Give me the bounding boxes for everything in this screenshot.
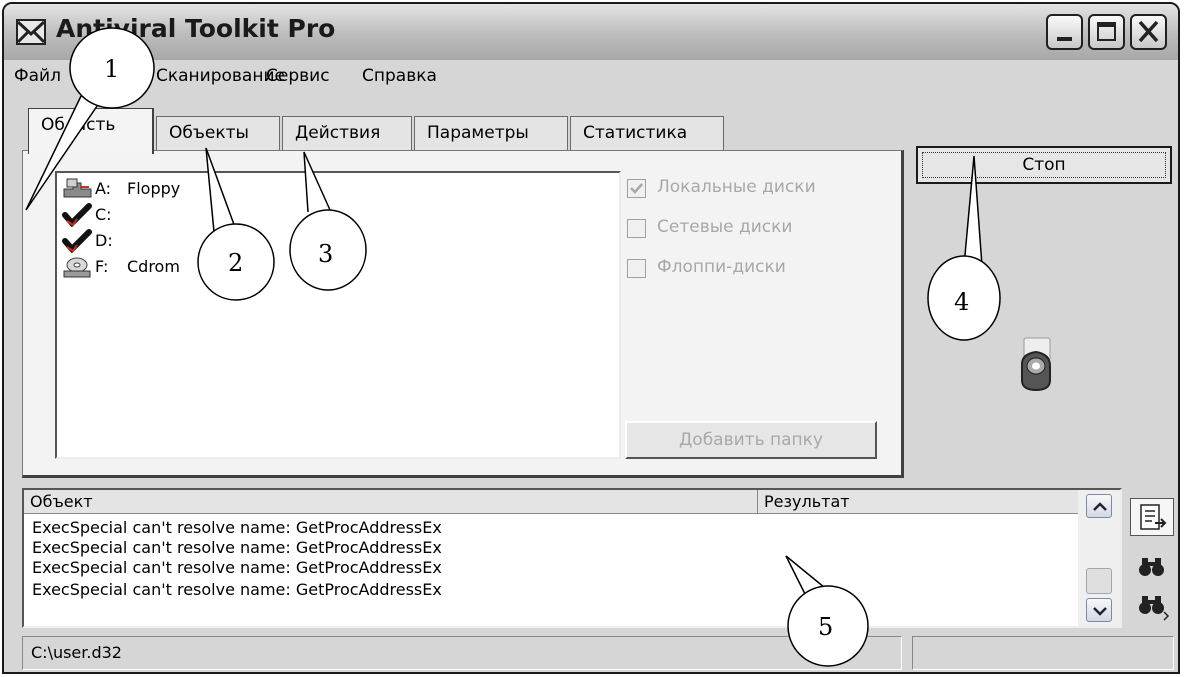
minimize-icon — [1057, 37, 1072, 41]
binoculars-next-icon — [1139, 596, 1170, 621]
window-title: Antiviral Toolkit Pro — [56, 14, 336, 43]
drive-name: Cdrom — [127, 257, 180, 276]
tab-objects[interactable]: Объекты — [156, 116, 280, 152]
drive-letter: D: — [95, 231, 113, 250]
maximize-icon — [1097, 22, 1116, 41]
export-log-button[interactable] — [1130, 498, 1174, 536]
drive-letter: F: — [95, 257, 109, 276]
checkbox-box — [627, 179, 646, 198]
export-icon — [1140, 504, 1167, 530]
menu-file[interactable]: Файл — [14, 66, 61, 86]
checkmark-icon — [62, 203, 92, 227]
log-scrollbar[interactable] — [1078, 490, 1120, 626]
cdrom-drive-icon — [63, 257, 91, 278]
floppy-drive-icon — [63, 178, 92, 198]
drive-letter: A: — [95, 179, 112, 198]
drive-letter: C: — [95, 205, 112, 224]
log-grid[interactable]: Объект Результат ExecSpecial can't resol… — [22, 488, 1122, 628]
tab-params[interactable]: Параметры — [414, 116, 568, 152]
scroll-down-button[interactable] — [1086, 598, 1112, 622]
checkbox-box — [627, 259, 646, 278]
status-path: C:\user.d32 — [22, 636, 902, 670]
log-row[interactable]: ExecSpecial can't resolve name: GetProcA… — [32, 538, 442, 557]
log-row[interactable]: ExecSpecial can't resolve name: GetProcA… — [32, 580, 442, 599]
scroll-up-button[interactable] — [1086, 494, 1112, 518]
minimize-button[interactable] — [1046, 14, 1083, 50]
scroll-thumb[interactable] — [1086, 568, 1112, 594]
checkmark-icon — [62, 229, 92, 253]
menu-service[interactable]: Сервис — [266, 66, 330, 86]
app-window: Antiviral Toolkit Pro Файл Сканирование … — [2, 2, 1180, 674]
chevron-up-icon — [1093, 502, 1107, 511]
tab-area[interactable]: Область — [28, 108, 154, 154]
check-icon — [630, 183, 643, 194]
checkbox-label: Флоппи-диски — [657, 257, 786, 277]
stop-button[interactable]: Стоп — [916, 146, 1172, 184]
find-next-button[interactable] — [1130, 586, 1174, 624]
tab-page-area: A: Floppy C: D: F: Cdrom Локальные диски… — [22, 150, 904, 478]
menu-bar: Файл Сканирование Сервис Справка — [4, 62, 1178, 94]
drive-name: Floppy — [127, 179, 181, 198]
maximize-button[interactable] — [1088, 14, 1125, 50]
close-button[interactable] — [1130, 14, 1167, 50]
column-result[interactable]: Результат — [758, 490, 1078, 514]
find-button[interactable] — [1130, 548, 1174, 586]
chevron-down-icon — [1093, 607, 1107, 616]
log-header: Объект Результат — [24, 490, 1078, 514]
checkbox-box — [627, 219, 646, 238]
tab-actions[interactable]: Действия — [282, 116, 412, 152]
stop-button-label: Стоп — [922, 152, 1166, 178]
scanning-animation-icon — [1021, 337, 1051, 392]
log-row[interactable]: ExecSpecial can't resolve name: GetProcA… — [32, 558, 442, 577]
close-icon — [1138, 20, 1159, 43]
checkbox-label: Локальные диски — [657, 177, 816, 197]
tab-stats[interactable]: Статистика — [570, 116, 724, 152]
drive-list[interactable]: A: Floppy C: D: F: Cdrom — [55, 171, 621, 459]
add-folder-button[interactable]: Добавить папку — [625, 421, 877, 459]
status-panel — [912, 636, 1174, 670]
title-bar[interactable]: Antiviral Toolkit Pro — [4, 4, 1178, 60]
menu-help[interactable]: Справка — [362, 66, 437, 86]
column-object[interactable]: Объект — [24, 490, 758, 514]
app-icon — [16, 19, 46, 45]
binoculars-icon — [1139, 558, 1164, 576]
checkbox-label: Сетевые диски — [657, 217, 793, 237]
log-row[interactable]: ExecSpecial can't resolve name: GetProcA… — [32, 518, 442, 537]
